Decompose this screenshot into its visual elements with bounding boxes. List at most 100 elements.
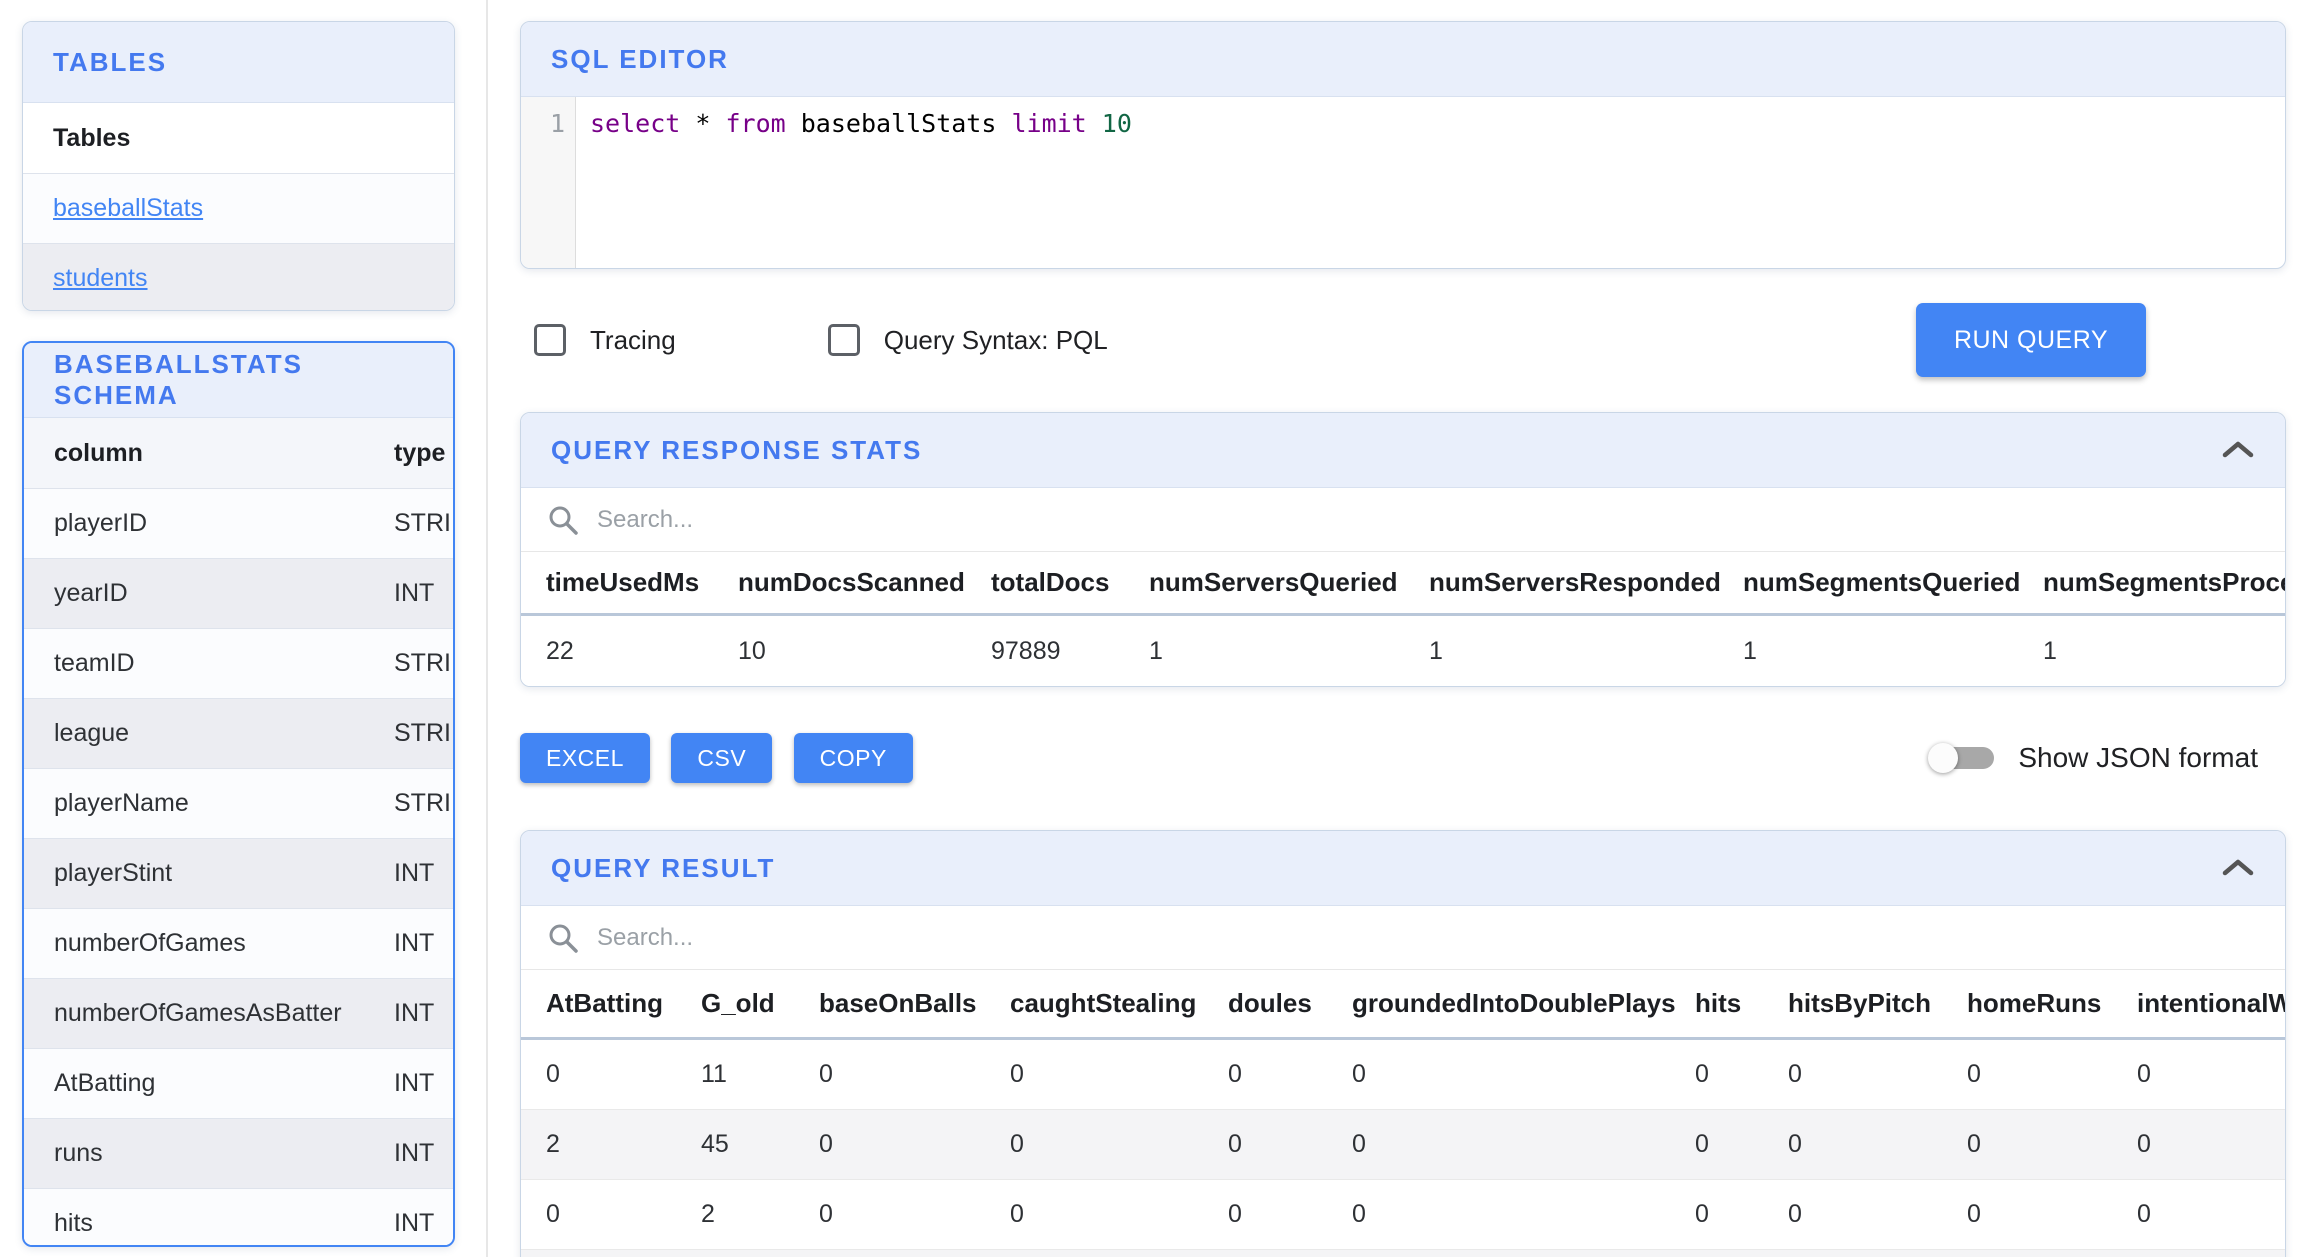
search-icon (547, 504, 579, 536)
stats-search-input[interactable] (595, 504, 1199, 535)
result-cell-r2-9: 0 (2137, 1200, 2151, 1228)
export-row: EXCEL CSV COPY Show JSON format (520, 733, 2286, 783)
result-cell-r1-5: 0 (1352, 1130, 1366, 1158)
sql-editor-panel: SQL EDITOR 1 select * from baseballStats… (520, 21, 2286, 269)
result-cell-r2-3: 0 (1010, 1200, 1024, 1228)
stats-panel-title: QUERY RESPONSE STATS (551, 434, 923, 465)
schema-row-hits: hits INT (24, 1188, 453, 1245)
schema-column-name: runs (54, 1139, 103, 1167)
line-number: 1 (549, 109, 565, 138)
stats-table-data-row: 22 10 97889 1 1 1 1 (521, 616, 2285, 686)
json-toggle-group: Show JSON format (1928, 733, 2258, 783)
sql-editor-area[interactable]: 1 select * from baseballStats limit 10 (521, 97, 2285, 268)
result-cell-r0-8: 0 (1967, 1060, 1981, 1088)
sql-token: limit (1011, 109, 1087, 138)
result-column-header-7[interactable]: hitsByPitch (1788, 988, 1967, 1019)
tables-panel-title: TABLES (53, 46, 168, 77)
copy-button[interactable]: COPY (793, 733, 913, 783)
sql-editor-header: SQL EDITOR (521, 22, 2285, 97)
schema-column-type: INT (394, 1139, 435, 1167)
schema-column-header[interactable]: column (24, 439, 394, 468)
query-controls-row: Tracing Query Syntax: PQL RUN QUERY (520, 303, 2286, 377)
stats-column-header-5[interactable]: numSegmentsQueried (1743, 567, 2043, 598)
schema-column-type: STRING (394, 719, 453, 747)
result-table-row: 2 45 0 0 0 0 0 0 0 0 (521, 1110, 2285, 1180)
collapse-chevron-up-icon[interactable] (2221, 857, 2255, 879)
table-link-baseballStats[interactable]: baseballStats (53, 194, 203, 223)
stats-column-header-3[interactable]: numServersQueried (1149, 567, 1429, 598)
show-json-toggle[interactable] (1928, 743, 1995, 773)
csv-button[interactable]: CSV (671, 733, 773, 783)
result-search-row (521, 906, 2285, 970)
result-cell-r1-4: 0 (1228, 1130, 1242, 1158)
excel-button[interactable]: EXCEL (520, 733, 650, 783)
table-list-item: students (23, 243, 454, 310)
pql-label[interactable]: Query Syntax: PQL (884, 325, 1108, 356)
schema-column-type: STRING (394, 649, 453, 677)
stats-column-header-1[interactable]: numDocsScanned (738, 567, 991, 598)
result-column-header-8[interactable]: homeRuns (1967, 988, 2137, 1019)
schema-column-type: INT (394, 999, 435, 1027)
tracing-checkbox[interactable] (534, 324, 566, 356)
result-cell-r1-8: 0 (1967, 1130, 1981, 1158)
result-cell-r0-3: 0 (1010, 1060, 1024, 1088)
stats-search-row (521, 488, 2285, 552)
result-panel-title: QUERY RESULT (551, 852, 776, 883)
result-column-header-3[interactable]: caughtStealing (1010, 988, 1228, 1019)
result-cell-r2-2: 0 (819, 1200, 833, 1228)
stats-column-header-6[interactable]: numSegmentsProcessed (2043, 567, 2285, 598)
stats-column-header-2[interactable]: totalDocs (991, 567, 1149, 598)
schema-column-name: playerID (54, 509, 148, 537)
tables-panel-header: TABLES (23, 22, 454, 103)
result-cell-r0-6: 0 (1695, 1060, 1709, 1088)
result-column-header-6[interactable]: hits (1695, 988, 1788, 1019)
json-toggle-label: Show JSON format (2018, 742, 2258, 773)
pql-checkbox-group[interactable]: Query Syntax: PQL (827, 324, 1108, 356)
schema-panel-title: BASEBALLSTATS SCHEMA (54, 349, 303, 410)
result-cell-r2-4: 0 (1228, 1200, 1242, 1228)
stats-cell-6: 1 (2043, 636, 2057, 665)
table-link-students[interactable]: students (53, 264, 148, 293)
result-cell-r1-9: 0 (2137, 1130, 2151, 1158)
schema-row-AtBatting: AtBatting INT (24, 1048, 453, 1118)
stats-column-header-4[interactable]: numServersResponded (1429, 567, 1743, 598)
stats-panel-header: QUERY RESPONSE STATS (521, 413, 2285, 488)
run-query-button[interactable]: RUN QUERY (1915, 303, 2146, 377)
result-column-header-0[interactable]: AtBatting (521, 988, 701, 1019)
result-table-rows: 0 11 0 0 0 0 0 0 0 0 2 45 0 0 0 0 0 0 0 0 0 2 0 0 0 0 0 0 0 0 (521, 1040, 2285, 1250)
result-cell-r2-0: 0 (546, 1200, 560, 1228)
tracing-label[interactable]: Tracing (590, 325, 676, 356)
tracing-checkbox-group[interactable]: Tracing (534, 324, 676, 356)
stats-cell-0: 22 (546, 636, 574, 665)
result-column-header-9[interactable]: intentionalWalks (2137, 988, 2285, 1019)
result-column-header-5[interactable]: groundedIntoDoublePlays (1352, 988, 1695, 1019)
result-column-header-2[interactable]: baseOnBalls (819, 988, 1010, 1019)
sql-query-text[interactable]: select * from baseballStats limit 10 (576, 97, 1132, 268)
result-cell-r0-1: 11 (701, 1060, 727, 1088)
stats-cell-3: 1 (1149, 636, 1163, 665)
tables-list-header-label: Tables (53, 123, 131, 152)
stats-cell-2: 97889 (991, 636, 1061, 665)
pql-checkbox[interactable] (827, 324, 860, 356)
schema-column-name: hits (54, 1209, 93, 1237)
schema-row-playerID: playerID STRING (24, 488, 453, 558)
result-table-partial-row (521, 1250, 2285, 1257)
schema-column-type: INT (394, 1209, 435, 1237)
schema-column-name: numberOfGamesAsBatter (54, 999, 342, 1027)
schema-row-teamID: teamID STRING (24, 628, 453, 698)
schema-row-playerStint: playerStint INT (24, 838, 453, 908)
result-column-header-4[interactable]: doules (1228, 988, 1352, 1019)
stats-column-header-0[interactable]: timeUsedMs (521, 567, 738, 598)
schema-type-header[interactable]: type (394, 439, 453, 468)
result-search-input[interactable] (595, 922, 1199, 953)
stats-cell-5: 1 (1743, 636, 1757, 665)
result-column-header-1[interactable]: G_old (701, 988, 819, 1019)
schema-column-type: INT (394, 859, 435, 887)
query-result-panel: QUERY RESULT AtBattingG_oldbaseOnBallsca… (520, 830, 2286, 1257)
collapse-chevron-up-icon[interactable] (2221, 439, 2255, 461)
schema-column-name: league (54, 719, 130, 747)
result-cell-r2-1: 2 (701, 1200, 715, 1228)
result-cell-r1-2: 0 (819, 1130, 833, 1158)
result-cell-r0-0: 0 (546, 1060, 560, 1088)
